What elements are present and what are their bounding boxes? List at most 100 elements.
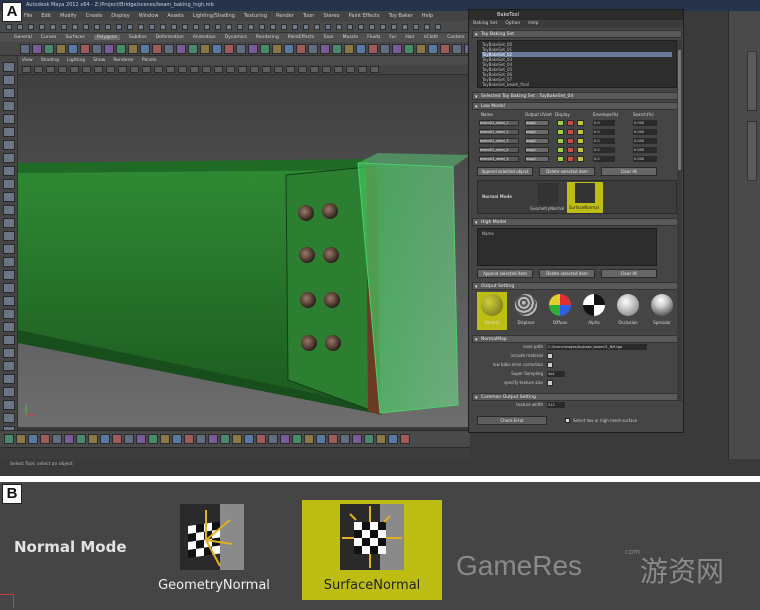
viewport-menu-item[interactable]: Panels — [142, 58, 156, 63]
status-icon[interactable] — [215, 24, 221, 30]
shelf-tab[interactable]: Muscle — [343, 35, 359, 40]
tool-icon[interactable] — [3, 257, 15, 267]
tool-icon[interactable] — [3, 283, 15, 293]
high-model-list[interactable]: Name — [477, 228, 657, 266]
output-option[interactable]: Alpha — [579, 292, 609, 330]
shelf-tool-icon[interactable] — [248, 44, 258, 54]
viewport-tool-icon[interactable] — [166, 66, 175, 73]
status-icon[interactable] — [204, 24, 210, 30]
low-model-button[interactable]: Delete selected item — [539, 167, 595, 176]
shelf-tool-icon[interactable] — [452, 44, 462, 54]
menu-item[interactable]: File — [24, 13, 32, 19]
bottom-shelf-icon[interactable] — [52, 434, 62, 444]
bottom-shelf-icon[interactable] — [256, 434, 266, 444]
bottom-shelf-icon[interactable] — [208, 434, 218, 444]
display-toggle-yellow[interactable] — [577, 120, 584, 126]
bottom-shelf-icon[interactable] — [64, 434, 74, 444]
status-icon[interactable] — [292, 24, 298, 30]
viewport-tool-icon[interactable] — [238, 66, 247, 73]
status-icon[interactable] — [424, 24, 430, 30]
viewport-menu-item[interactable]: Show — [93, 58, 105, 63]
section-low-model[interactable]: Low Model — [472, 102, 682, 111]
menu-item[interactable]: Display — [111, 13, 129, 19]
menu-item[interactable]: Lighting/Shading — [193, 13, 235, 19]
viewport-tool-icon[interactable] — [274, 66, 283, 73]
shelf-tab[interactable]: Subdivs — [129, 35, 147, 40]
viewport-tool-icon[interactable] — [82, 66, 91, 73]
shelf-tab[interactable]: PaintEffects — [288, 35, 314, 40]
shelf-tab[interactable]: General — [14, 35, 32, 40]
viewport-tool-icon[interactable] — [22, 66, 31, 73]
shelf-tool-icon[interactable] — [20, 44, 30, 54]
bottom-shelf-icon[interactable] — [292, 434, 302, 444]
bottom-shelf-icon[interactable] — [268, 434, 278, 444]
low-row-uvset[interactable]: map1 — [525, 156, 549, 162]
surface-normal-option-selected[interactable]: SurfaceNormal — [302, 500, 442, 600]
baking-set-list[interactable]: ToyBakeSet_00 ToyBakeSet_01 ToyBakeSet_02 T… — [477, 40, 677, 88]
status-icon[interactable] — [259, 24, 265, 30]
viewport-tool-icon[interactable] — [190, 66, 199, 73]
attribute-editor-tab[interactable] — [747, 121, 757, 181]
bottom-shelf-icon[interactable] — [148, 434, 158, 444]
tool-icon[interactable] — [3, 166, 15, 176]
scroll-thumb[interactable] — [678, 50, 681, 170]
envelope-field[interactable]: 0.0 — [593, 138, 615, 144]
tool-icon[interactable] — [3, 387, 15, 397]
tool-icon[interactable] — [3, 361, 15, 371]
tool-icon[interactable] — [3, 127, 15, 137]
low-row-name[interactable]: beam01_steel_4 — [479, 147, 519, 153]
viewport-tool-icon[interactable] — [346, 66, 355, 73]
low-model-button[interactable]: Clear All — [601, 167, 657, 176]
high-model-button[interactable]: Append selected item — [477, 269, 533, 278]
bottom-shelf-icon[interactable] — [388, 434, 398, 444]
tool-icon[interactable] — [3, 335, 15, 345]
geometry-normal-small-icon[interactable] — [538, 183, 558, 205]
shelf-tool-icon[interactable] — [260, 44, 270, 54]
shelf-tool-icon[interactable] — [164, 44, 174, 54]
status-icon[interactable] — [380, 24, 386, 30]
shelf-tab[interactable]: Curves — [41, 35, 57, 40]
tool-icon[interactable] — [3, 322, 15, 332]
viewport-tool-icon[interactable] — [370, 66, 379, 73]
status-icon[interactable] — [94, 24, 100, 30]
menu-item[interactable]: Edit — [41, 13, 51, 19]
menu-item[interactable]: Create — [86, 13, 103, 19]
search-field[interactable]: 0.000 — [633, 120, 657, 126]
bake-menu-item[interactable]: Option — [505, 21, 520, 26]
high-model-button[interactable]: Clear All — [601, 269, 657, 278]
display-toggle-yellow[interactable] — [577, 138, 584, 144]
low-row-name[interactable]: beam01_steel_2 — [479, 129, 519, 135]
status-icon[interactable] — [116, 24, 122, 30]
menu-item[interactable]: Toy Baker — [389, 13, 413, 19]
low-row-uvset[interactable]: map1 — [525, 129, 549, 135]
bottom-shelf-icon[interactable] — [76, 434, 86, 444]
viewport-tool-icon[interactable] — [286, 66, 295, 73]
status-icon[interactable] — [435, 24, 441, 30]
status-icon[interactable] — [17, 24, 23, 30]
bake-menu-item[interactable]: Help — [528, 21, 538, 26]
bottom-shelf-icon[interactable] — [88, 434, 98, 444]
shelf-tool-icon[interactable] — [80, 44, 90, 54]
viewport-tool-icon[interactable] — [94, 66, 103, 73]
shelf-tab[interactable]: Fur — [389, 35, 396, 40]
envelope-field[interactable]: 0.0 — [593, 147, 615, 153]
viewport-tool-icon[interactable] — [34, 66, 43, 73]
tool-icon[interactable] — [3, 88, 15, 98]
tool-icon[interactable] — [3, 244, 15, 254]
channel-box-tab[interactable] — [747, 51, 757, 111]
viewport-tool-icon[interactable] — [250, 66, 259, 73]
shelf-tool-icon[interactable] — [428, 44, 438, 54]
status-icon[interactable] — [72, 24, 78, 30]
menu-item[interactable]: Texturing — [244, 13, 267, 19]
display-toggle-green[interactable] — [557, 138, 564, 144]
output-option[interactable]: Specular — [647, 292, 677, 330]
menu-item[interactable]: Stereo — [323, 13, 339, 19]
status-icon[interactable] — [6, 24, 12, 30]
menu-item[interactable]: Render — [276, 13, 294, 19]
status-icon[interactable] — [160, 24, 166, 30]
shelf-tab[interactable]: Custom — [447, 35, 464, 40]
bottom-shelf-icon[interactable] — [352, 434, 362, 444]
viewport-tool-icon[interactable] — [310, 66, 319, 73]
low-row-name[interactable]: beam01_steel_3 — [479, 138, 519, 144]
shelf-tab[interactable]: Polygons — [93, 35, 120, 40]
